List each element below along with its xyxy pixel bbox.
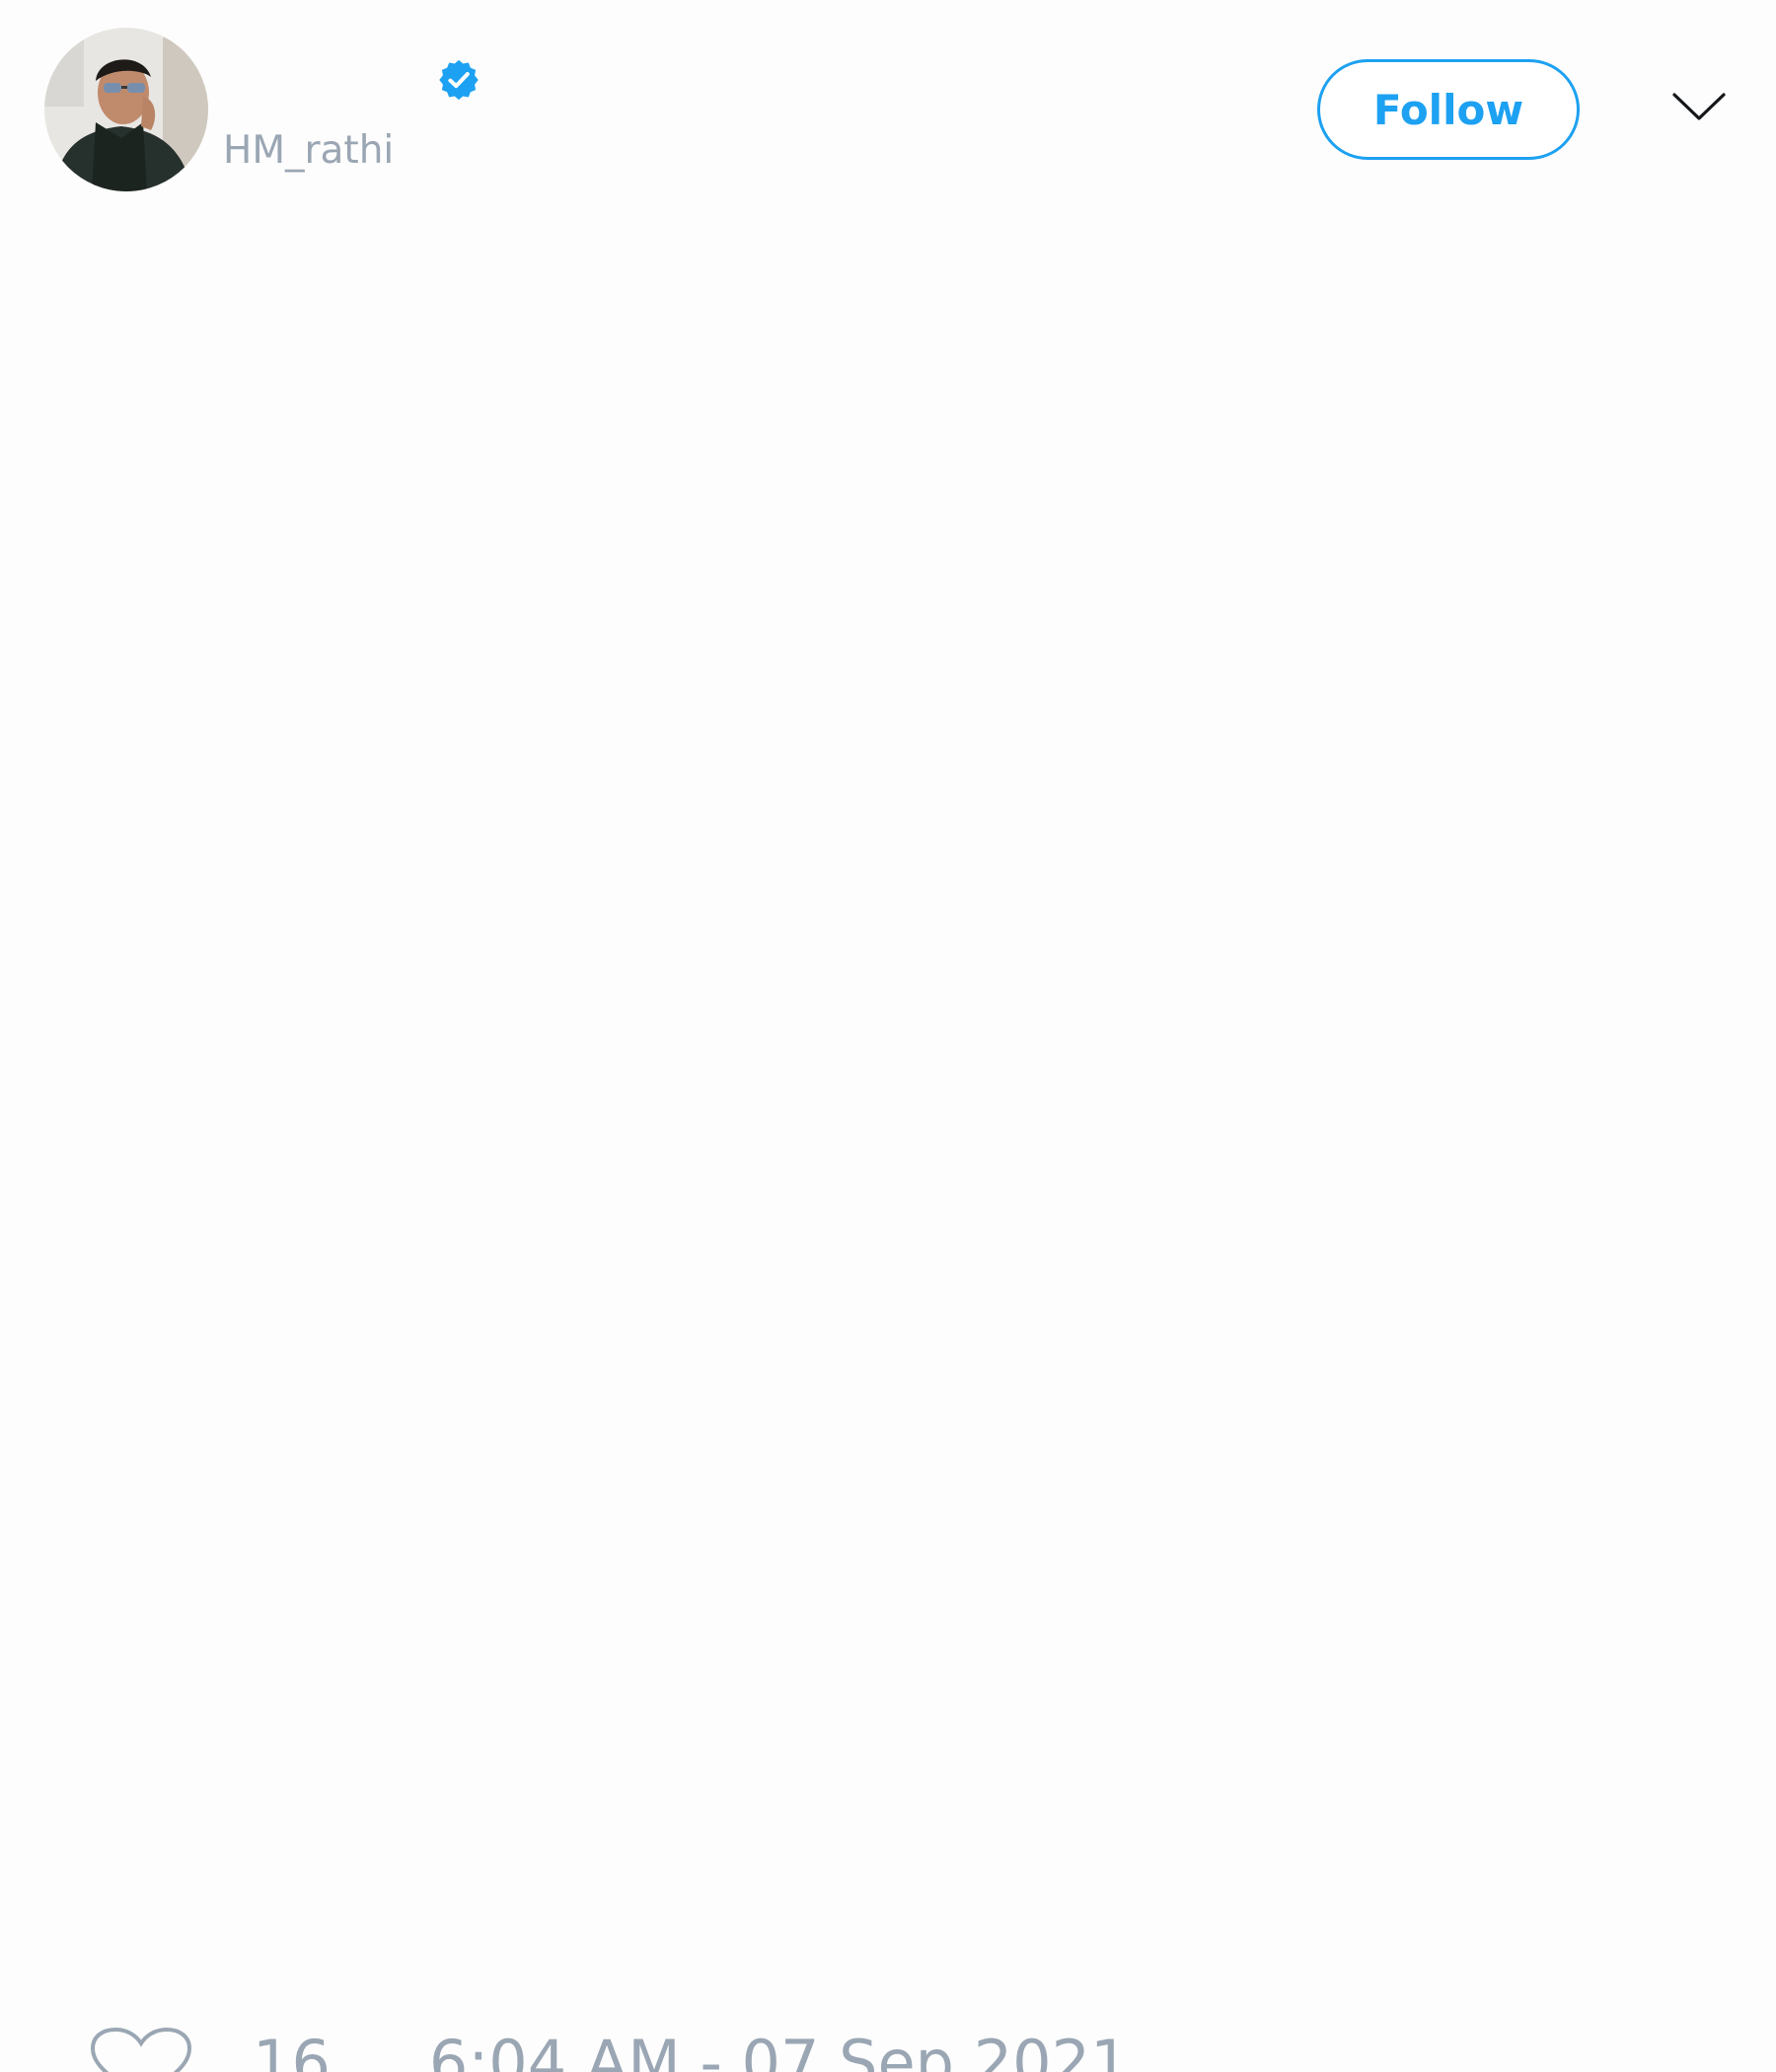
timestamp[interactable]: 6:04 AM - 07 Sep 2021 (429, 2027, 1130, 2072)
tweet-card: HM_rathi Follow 16 6:04 AM - 07 Sep 2021 (0, 0, 1776, 2072)
chevron-down-icon[interactable] (1671, 87, 1727, 126)
verified-badge-icon (436, 57, 481, 103)
author-name-row (223, 55, 481, 105)
heart-icon[interactable] (89, 2027, 193, 2072)
avatar-photo (44, 28, 208, 191)
follow-button[interactable]: Follow (1317, 59, 1580, 160)
tweet-text (44, 227, 1732, 1983)
like-count: 16 (253, 2026, 331, 2072)
avatar[interactable] (44, 28, 208, 191)
author-handle[interactable]: HM_rathi (223, 126, 394, 176)
tweet-footer: 16 6:04 AM - 07 Sep 2021 (89, 2027, 1130, 2072)
